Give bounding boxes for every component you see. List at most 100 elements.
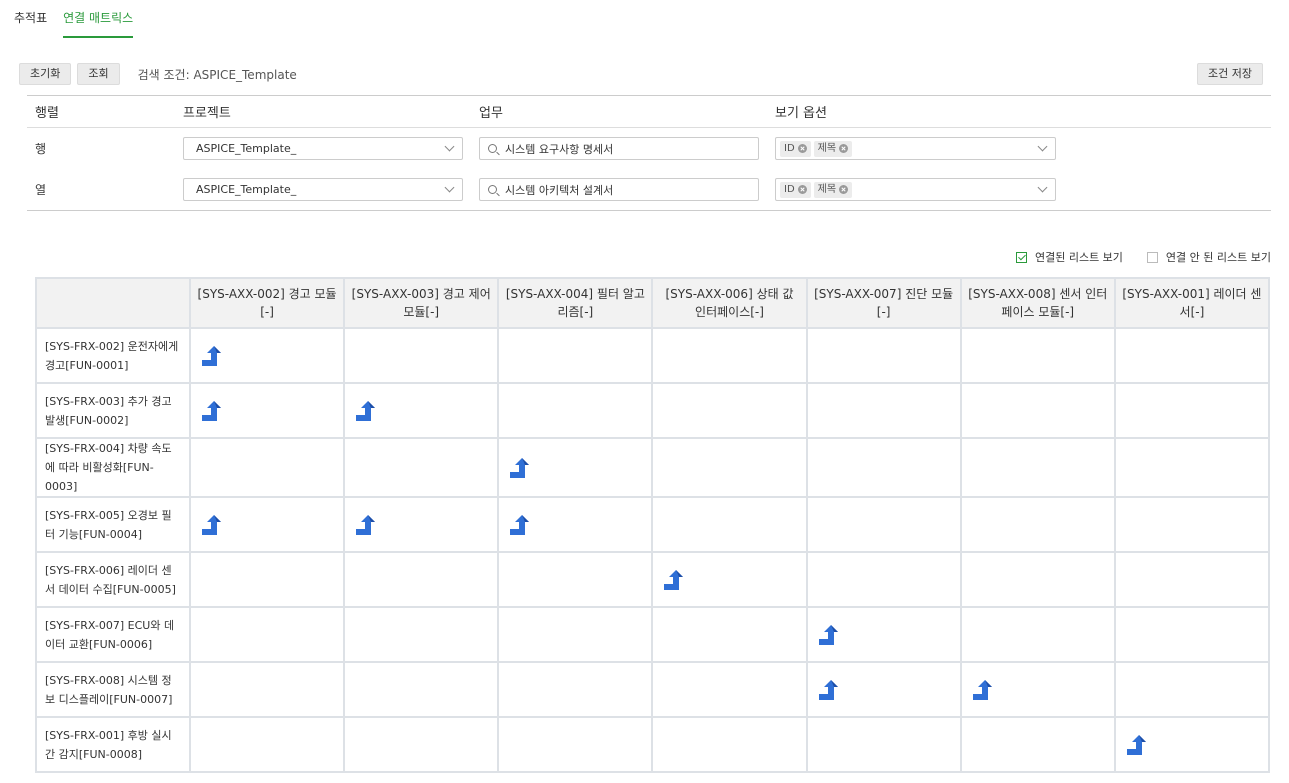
matrix-column-header[interactable]: [SYS-AXX-001] 레이더 센서[-]	[1113, 277, 1271, 329]
matrix-row-header[interactable]: [SYS-FRX-003] 추가 경고 발생[FUN-0002]	[35, 382, 191, 439]
matrix-cell[interactable]	[805, 606, 962, 663]
matrix-cell[interactable]	[343, 551, 500, 608]
matrix-cell[interactable]	[1113, 716, 1271, 773]
remove-chip-icon[interactable]	[839, 144, 849, 153]
matrix-row-header[interactable]: [SYS-FRX-001] 후방 실시간 감지[FUN-0008]	[35, 716, 191, 773]
matrix-cell[interactable]	[343, 437, 500, 498]
trace-link-arrow-icon[interactable]	[818, 624, 840, 646]
matrix-cell[interactable]	[497, 551, 654, 608]
matrix-column-header[interactable]: [SYS-AXX-008] 센서 인터페이스 모듈[-]	[959, 277, 1116, 329]
matrix-cell[interactable]	[343, 606, 500, 663]
matrix-cell[interactable]	[805, 382, 962, 439]
matrix-cell[interactable]	[188, 496, 346, 553]
matrix-cell[interactable]	[188, 661, 346, 718]
save-condition-button[interactable]: 조건 저장	[1197, 63, 1263, 85]
matrix-row-header[interactable]: [SYS-FRX-007] ECU와 데이터 교환[FUN-0006]	[35, 606, 191, 663]
trace-link-arrow-icon[interactable]	[201, 400, 223, 422]
matrix-cell[interactable]	[805, 716, 962, 773]
remove-chip-icon[interactable]	[797, 185, 807, 194]
matrix-cell[interactable]	[188, 551, 346, 608]
reset-button[interactable]: 초기화	[19, 63, 72, 85]
matrix-cell[interactable]	[343, 661, 500, 718]
matrix-column-header[interactable]: [SYS-AXX-003] 경고 제어 모듈[-]	[343, 277, 500, 329]
linked-list-checkbox[interactable]	[1015, 251, 1027, 263]
row-project-select[interactable]: ASPICE_Template_	[183, 137, 463, 160]
trace-link-arrow-icon[interactable]	[509, 514, 531, 536]
matrix-column-header[interactable]: [SYS-AXX-002] 경고 모듈[-]	[188, 277, 346, 329]
matrix-cell[interactable]	[188, 716, 346, 773]
matrix-cell[interactable]	[805, 437, 962, 498]
trace-link-arrow-icon[interactable]	[201, 514, 223, 536]
matrix-cell[interactable]	[651, 716, 808, 773]
trace-link-arrow-icon[interactable]	[355, 400, 377, 422]
unlinked-list-toggle[interactable]: 연결 안 된 리스트 보기	[1146, 249, 1271, 265]
matrix-row-header[interactable]: [SYS-FRX-004] 차량 속도에 따라 비활성화[FUN-0003]	[35, 437, 191, 498]
matrix-cell[interactable]	[1113, 437, 1271, 498]
search-button[interactable]: 조회	[77, 63, 120, 85]
matrix-cell[interactable]	[959, 437, 1116, 498]
matrix-cell[interactable]	[959, 606, 1116, 663]
trace-link-arrow-icon[interactable]	[818, 679, 840, 701]
matrix-cell[interactable]	[651, 437, 808, 498]
matrix-cell[interactable]	[1113, 606, 1271, 663]
trace-link-arrow-icon[interactable]	[1126, 734, 1148, 756]
matrix-cell[interactable]	[651, 496, 808, 553]
row-task-search[interactable]: 시스템 요구사항 명세서	[479, 137, 759, 160]
matrix-column-header[interactable]: [SYS-AXX-007] 진단 모듈[-]	[805, 277, 962, 329]
linked-list-toggle[interactable]: 연결된 리스트 보기	[1015, 249, 1123, 265]
matrix-cell[interactable]	[651, 327, 808, 384]
column-project-select[interactable]: ASPICE_Template_	[183, 178, 463, 201]
matrix-cell[interactable]	[651, 661, 808, 718]
matrix-cell[interactable]	[959, 382, 1116, 439]
matrix-cell[interactable]	[805, 327, 962, 384]
matrix-column-header[interactable]: [SYS-AXX-006] 상태 값 인터페이스[-]	[651, 277, 808, 329]
tab-link-matrix[interactable]: 연결 매트릭스	[63, 0, 134, 38]
matrix-cell[interactable]	[1113, 327, 1271, 384]
matrix-cell[interactable]	[959, 661, 1116, 718]
matrix-cell[interactable]	[959, 327, 1116, 384]
matrix-row-header[interactable]: [SYS-FRX-006] 레이더 센서 데이터 수집[FUN-0005]	[35, 551, 191, 608]
remove-chip-icon[interactable]	[839, 185, 849, 194]
matrix-cell[interactable]	[497, 496, 654, 553]
matrix-cell[interactable]	[188, 437, 346, 498]
matrix-row-header[interactable]: [SYS-FRX-002] 운전자에게 경고[FUN-0001]	[35, 327, 191, 384]
matrix-cell[interactable]	[497, 327, 654, 384]
matrix-cell[interactable]	[805, 661, 962, 718]
matrix-cell[interactable]	[1113, 382, 1271, 439]
remove-chip-icon[interactable]	[797, 144, 807, 153]
row-view-options-select[interactable]: ID 제목	[775, 137, 1056, 160]
matrix-cell[interactable]	[651, 606, 808, 663]
matrix-cell[interactable]	[1113, 551, 1271, 608]
matrix-cell[interactable]	[1113, 661, 1271, 718]
matrix-cell[interactable]	[497, 437, 654, 498]
matrix-row-header[interactable]: [SYS-FRX-008] 시스템 정보 디스플레이[FUN-0007]	[35, 661, 191, 718]
matrix-cell[interactable]	[651, 551, 808, 608]
matrix-row-header[interactable]: [SYS-FRX-005] 오경보 필터 기능[FUN-0004]	[35, 496, 191, 553]
matrix-cell[interactable]	[343, 382, 500, 439]
column-view-options-select[interactable]: ID 제목	[775, 178, 1056, 201]
matrix-cell[interactable]	[805, 551, 962, 608]
matrix-cell[interactable]	[188, 382, 346, 439]
matrix-cell[interactable]	[651, 382, 808, 439]
matrix-cell[interactable]	[959, 496, 1116, 553]
trace-link-arrow-icon[interactable]	[201, 345, 223, 367]
trace-link-arrow-icon[interactable]	[509, 457, 531, 479]
unlinked-list-checkbox[interactable]	[1146, 251, 1158, 263]
matrix-column-header[interactable]: [SYS-AXX-004] 필터 알고리즘[-]	[497, 277, 654, 329]
column-task-search[interactable]: 시스템 아키텍처 설계서	[479, 178, 759, 201]
matrix-cell[interactable]	[959, 716, 1116, 773]
matrix-cell[interactable]	[805, 496, 962, 553]
matrix-cell[interactable]	[497, 382, 654, 439]
matrix-cell[interactable]	[959, 551, 1116, 608]
matrix-cell[interactable]	[1113, 496, 1271, 553]
matrix-cell[interactable]	[343, 716, 500, 773]
matrix-cell[interactable]	[343, 327, 500, 384]
trace-link-arrow-icon[interactable]	[663, 569, 685, 591]
trace-link-arrow-icon[interactable]	[972, 679, 994, 701]
tab-trace-table[interactable]: 추적표	[14, 0, 47, 38]
matrix-cell[interactable]	[188, 606, 346, 663]
matrix-cell[interactable]	[497, 716, 654, 773]
matrix-cell[interactable]	[497, 661, 654, 718]
matrix-cell[interactable]	[497, 606, 654, 663]
matrix-cell[interactable]	[188, 327, 346, 384]
